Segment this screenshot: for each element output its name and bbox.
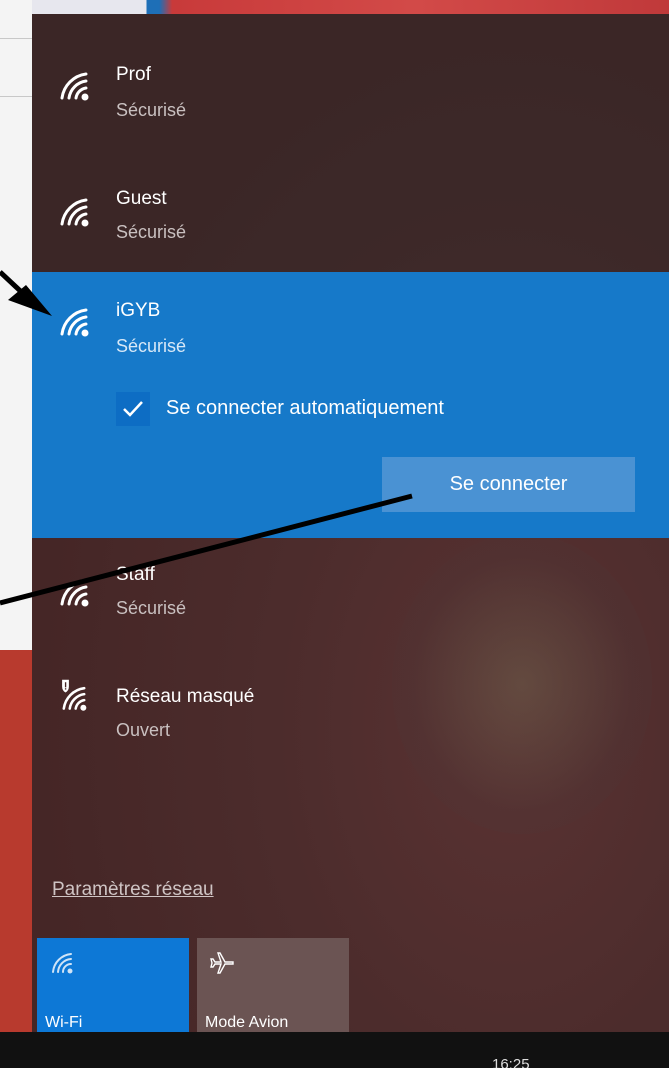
wifi-icon xyxy=(52,953,73,974)
network-status: Sécurisé xyxy=(116,336,187,356)
auto-connect-label: Se connecter automatiquement xyxy=(166,397,444,419)
checkmark-icon xyxy=(123,401,143,417)
background-window-edge xyxy=(0,0,32,1068)
taskbar: 16:25 xyxy=(0,1032,669,1068)
network-item-staff[interactable]: Staff Sécurisé xyxy=(32,538,669,656)
wifi-signal-icon xyxy=(60,578,89,607)
network-name: Réseau masqué xyxy=(116,686,255,707)
network-flyout: Prof Sécurisé Guest Sécurisé iGYB Sécuri… xyxy=(32,14,669,1032)
wifi-tile-label: Wi-Fi xyxy=(45,1014,83,1031)
auto-connect-checkbox[interactable] xyxy=(116,392,150,426)
airplane-tile-label: Mode Avion xyxy=(205,1014,289,1031)
network-name: Prof xyxy=(116,64,151,85)
wifi-shield-icon xyxy=(62,679,87,711)
network-item-guest[interactable]: Guest Sécurisé xyxy=(32,142,669,272)
wifi-signal-icon xyxy=(60,308,89,337)
network-name: Staff xyxy=(116,564,155,585)
network-status: Sécurisé xyxy=(116,100,187,120)
network-item-igyb[interactable]: iGYB Sécurisé Se connecter automatiqueme… xyxy=(32,272,669,538)
wifi-signal-icon xyxy=(60,72,89,101)
taskbar-clock: 16:25 xyxy=(492,1056,530,1068)
connect-button[interactable]: Se connecter xyxy=(382,457,635,512)
airplane-icon xyxy=(210,952,234,974)
wifi-signal-icon xyxy=(60,198,89,227)
network-status: Ouvert xyxy=(116,720,171,740)
airplane-mode-tile[interactable]: Mode Avion xyxy=(197,938,349,1032)
network-item-hidden[interactable]: Réseau masqué Ouvert xyxy=(32,656,669,766)
network-name: iGYB xyxy=(116,300,161,321)
network-settings-link[interactable]: Paramètres réseau xyxy=(52,879,214,901)
network-name: Guest xyxy=(116,188,167,209)
network-status: Sécurisé xyxy=(116,222,187,242)
network-item-prof[interactable]: Prof Sécurisé xyxy=(32,14,669,142)
network-status: Sécurisé xyxy=(116,598,187,618)
wifi-toggle-tile[interactable]: Wi-Fi xyxy=(37,938,189,1032)
